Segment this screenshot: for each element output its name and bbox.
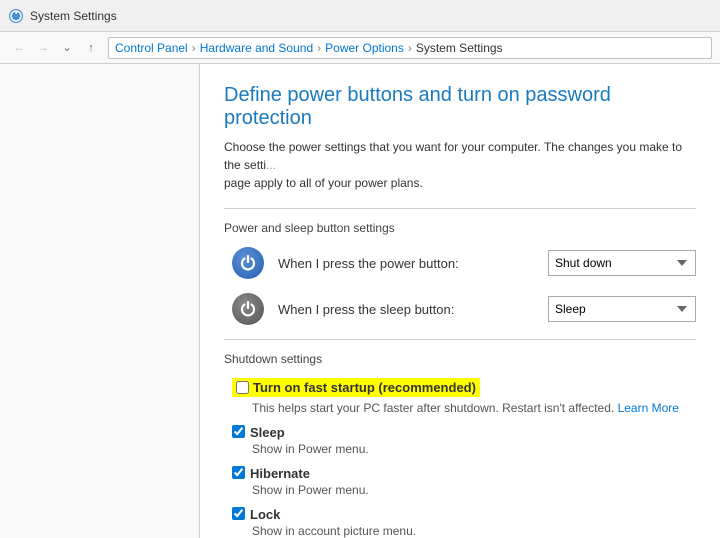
breadcrumb-power-options[interactable]: Power Options (325, 41, 404, 55)
power-button-icon (232, 247, 264, 279)
content-area: Define power buttons and turn on passwor… (200, 64, 720, 538)
left-nav (0, 64, 200, 538)
hibernate-checkbox[interactable] (232, 466, 245, 479)
forward-button[interactable]: → (32, 37, 54, 59)
nav-buttons: ← → ⌄ ↑ (8, 37, 102, 59)
lock-label: Lock (250, 507, 280, 522)
sleep-desc: Show in Power menu. (252, 442, 696, 456)
hibernate-label: Hibernate (250, 466, 310, 481)
sleep-button-select[interactable]: Do nothing Sleep Hibernate Shut down Tur… (548, 296, 696, 322)
fast-startup-desc: This helps start your PC faster after sh… (252, 401, 696, 415)
title-bar: System Settings (0, 0, 720, 32)
title-bar-text: System Settings (30, 9, 117, 23)
power-button-label: When I press the power button: (278, 256, 548, 271)
learn-more-link[interactable]: Learn More (618, 401, 679, 415)
page-title: Define power buttons and turn on passwor… (224, 84, 696, 130)
lock-desc: Show in account picture menu. (252, 524, 696, 538)
section-divider-1 (224, 208, 696, 209)
fast-startup-checkbox[interactable] (236, 381, 249, 394)
sleep-row: Sleep (232, 425, 696, 440)
power-sleep-section-label: Power and sleep button settings (224, 221, 696, 235)
lock-row: Lock (232, 507, 696, 522)
fast-startup-highlight: Turn on fast startup (recommended) (232, 378, 480, 397)
back-button[interactable]: ← (8, 37, 30, 59)
breadcrumb-path: Control Panel › Hardware and Sound › Pow… (108, 37, 712, 59)
shutdown-section-label: Shutdown settings (224, 352, 696, 366)
page-description: Choose the power settings that you want … (224, 138, 696, 192)
breadcrumb-current: System Settings (416, 41, 503, 55)
sleep-label: Sleep (250, 425, 285, 440)
power-button-select[interactable]: Do nothing Sleep Hibernate Shut down Tur… (548, 250, 696, 276)
main-content: Define power buttons and turn on passwor… (0, 64, 720, 538)
hibernate-row: Hibernate (232, 466, 696, 481)
breadcrumb-bar: ← → ⌄ ↑ Control Panel › Hardware and Sou… (0, 32, 720, 64)
power-button-row: When I press the power button: Do nothin… (232, 247, 696, 279)
sleep-button-label: When I press the sleep button: (278, 302, 548, 317)
section-divider-2 (224, 339, 696, 340)
dropdown-button[interactable]: ⌄ (56, 37, 78, 59)
sleep-button-icon (232, 293, 264, 325)
up-button[interactable]: ↑ (80, 37, 102, 59)
hibernate-desc: Show in Power menu. (252, 483, 696, 497)
sleep-button-row: When I press the sleep button: Do nothin… (232, 293, 696, 325)
sleep-checkbox[interactable] (232, 425, 245, 438)
lock-checkbox[interactable] (232, 507, 245, 520)
app-icon (8, 8, 24, 24)
fast-startup-row: Turn on fast startup (recommended) (232, 378, 696, 397)
breadcrumb-control-panel[interactable]: Control Panel (115, 41, 188, 55)
fast-startup-label: Turn on fast startup (recommended) (253, 380, 476, 395)
breadcrumb-hardware-sound[interactable]: Hardware and Sound (200, 41, 313, 55)
